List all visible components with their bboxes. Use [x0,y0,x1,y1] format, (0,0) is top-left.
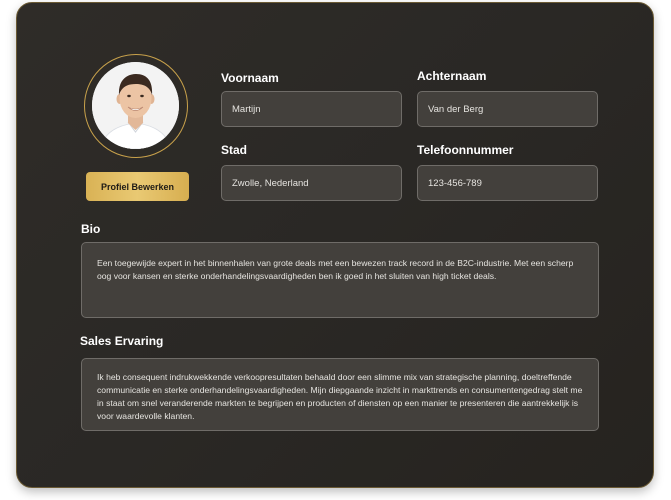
avatar [92,62,179,149]
phone-field[interactable]: 123-456-789 [417,165,598,201]
first-name-value: Martijn [232,103,261,115]
bio-textarea[interactable]: Een toegewijde expert in het binnenhalen… [81,242,599,318]
city-label: Stad [221,143,248,157]
user-photo-icon [92,62,179,149]
city-value: Zwolle, Nederland [232,177,309,189]
bio-text: Een toegewijde expert in het binnenhalen… [97,258,574,281]
last-name-label: Achternaam [417,69,487,83]
first-name-label: Voornaam [221,71,279,85]
phone-label: Telefoonnummer [417,143,514,157]
sales-experience-textarea[interactable]: Ik heb consequent indrukwekkende verkoop… [81,358,599,431]
last-name-value: Van der Berg [428,103,484,115]
avatar-ring [84,54,188,158]
first-name-field[interactable]: Martijn [221,91,402,127]
bio-label: Bio [81,222,101,236]
city-field[interactable]: Zwolle, Nederland [221,165,402,201]
sales-experience-label: Sales Ervaring [80,334,164,348]
profile-card: Profiel Bewerken Voornaam Martijn Achter… [16,2,654,488]
edit-profile-button[interactable]: Profiel Bewerken [86,172,189,201]
last-name-field[interactable]: Van der Berg [417,91,598,127]
sales-experience-text: Ik heb consequent indrukwekkende verkoop… [97,372,583,421]
phone-value: 123-456-789 [428,177,482,189]
